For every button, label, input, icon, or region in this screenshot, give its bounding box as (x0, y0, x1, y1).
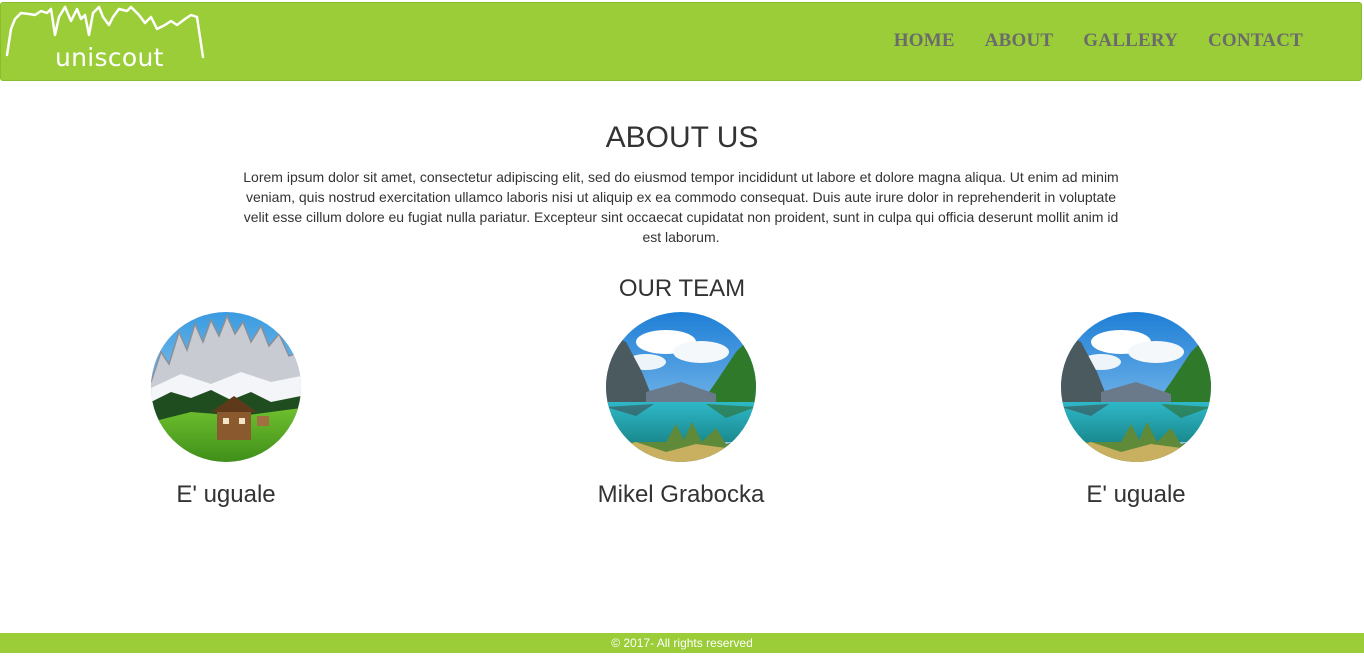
about-title: ABOUT US (605, 121, 759, 154)
main-nav: HOME ABOUT GALLERY CONTACT (894, 3, 1361, 80)
navbar: uniscout HOME ABOUT GALLERY CONTACT (0, 2, 1362, 81)
member-photo-lake (606, 312, 756, 462)
team-member: Mikel Grabocka (531, 312, 831, 512)
member-name: E' uguale (1086, 481, 1186, 508)
logo-text: uniscout (55, 43, 164, 72)
uniscout-logo[interactable]: uniscout (5, 5, 210, 77)
nav-contact[interactable]: CONTACT (1208, 30, 1303, 52)
team-member: E' uguale (986, 312, 1286, 512)
member-photo-lake (1061, 312, 1211, 462)
copyright-text: © 2017- All rights reserved (611, 636, 753, 650)
about-text: Lorem ipsum dolor sit amet, consectetur … (243, 169, 1119, 245)
nav-about[interactable]: ABOUT (985, 30, 1054, 52)
team-member: E' uguale (76, 312, 376, 512)
footer: © 2017- All rights reserved (0, 633, 1364, 653)
member-photo-mountain-chalet (151, 312, 301, 462)
member-name: Mikel Grabocka (597, 481, 765, 508)
nav-home[interactable]: HOME (894, 30, 955, 52)
nav-gallery[interactable]: GALLERY (1083, 30, 1178, 52)
member-name: E' uguale (176, 481, 276, 508)
team-title: OUR TEAM (618, 275, 746, 302)
